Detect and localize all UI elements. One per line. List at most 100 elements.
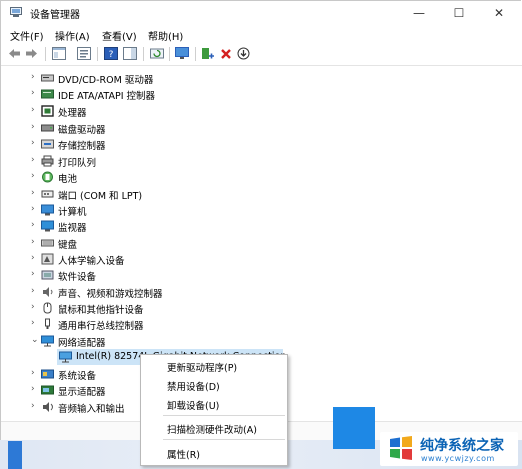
chevron-right-icon[interactable]: › — [31, 155, 35, 165]
context-menu-update-driver[interactable]: 更新驱动程序(P) — [167, 360, 237, 374]
network-adapter-icon — [41, 335, 54, 347]
tree-category[interactable]: › 存储控制器 — [1, 136, 522, 152]
tree-category[interactable]: › 人体学输入设备 — [1, 251, 522, 267]
chevron-right-icon[interactable]: › — [31, 384, 35, 394]
chevron-right-icon[interactable]: › — [31, 204, 35, 214]
ide-controller-icon — [41, 89, 54, 99]
maximize-button[interactable]: ☐ — [439, 1, 479, 25]
monitor-scan-icon — [174, 47, 189, 59]
context-menu-separator — [163, 415, 285, 416]
delete-x-icon — [220, 48, 231, 59]
watermark-title: 纯净系统之家 — [420, 438, 504, 454]
chevron-right-icon[interactable]: › — [31, 88, 35, 98]
tree-item-label: 电池 — [58, 174, 78, 185]
menu-help[interactable]: 帮助(H) — [148, 28, 183, 43]
help-button[interactable]: ? — [103, 46, 118, 61]
tree-category[interactable]: › DVD/CD-ROM 驱动器 — [1, 70, 522, 86]
tree-item-label: 键盘 — [58, 240, 78, 251]
action-pane-icon — [122, 47, 137, 60]
tree-category[interactable]: › 通用串行总线控制器 — [1, 316, 522, 332]
usb-icon — [45, 318, 50, 329]
storage-controller-icon — [41, 139, 54, 149]
properties-button[interactable] — [76, 46, 91, 61]
tree-category[interactable]: › 处理器 — [1, 103, 522, 119]
chevron-right-icon[interactable]: › — [31, 302, 35, 312]
monitor-icon — [41, 220, 54, 232]
mouse-icon — [43, 302, 52, 314]
window-title: 设备管理器 — [30, 10, 80, 21]
keyboard-icon — [41, 239, 54, 247]
close-button[interactable]: ✕ — [479, 1, 519, 25]
menu-file[interactable]: 文件(F) — [10, 28, 44, 43]
minimize-button[interactable]: — — [399, 1, 439, 25]
tree-item-label: 打印队列 — [58, 158, 97, 169]
chevron-down-icon[interactable]: ⌄ — [31, 335, 39, 345]
update-driver-icon — [201, 48, 214, 59]
tree-item-label: 监视器 — [58, 223, 87, 234]
context-menu-scan-hardware[interactable]: 扫描检测硬件改动(A) — [167, 422, 257, 436]
tree-category[interactable]: › 软件设备 — [1, 267, 522, 283]
chevron-right-icon[interactable]: › — [31, 188, 35, 198]
chevron-right-icon[interactable]: › — [31, 105, 35, 115]
tree-category[interactable]: › 鼠标和其他指针设备 — [1, 300, 522, 316]
dvd-drive-icon — [41, 74, 54, 82]
forward-button[interactable] — [24, 46, 39, 61]
tree-category[interactable]: › 监视器 — [1, 218, 522, 234]
port-icon — [41, 190, 54, 198]
update-driver-button[interactable] — [200, 46, 215, 61]
title-bar[interactable]: 设备管理器 — ☐ ✕ — [1, 1, 522, 25]
scan-hardware-button[interactable] — [174, 46, 189, 61]
tree-item-label: 计算机 — [58, 207, 87, 218]
tree-category[interactable]: › 计算机 — [1, 202, 522, 218]
tree-item-label: 音频输入和输出 — [58, 404, 125, 415]
toolbar-separator — [143, 47, 144, 61]
tree-category[interactable]: › IDE ATA/ATAPI 控制器 — [1, 86, 522, 102]
toolbar-separator — [45, 47, 46, 61]
tree-category[interactable]: ⌄ 网络适配器 — [1, 333, 522, 349]
tree-category[interactable]: › 电池 — [1, 169, 522, 185]
chevron-right-icon[interactable]: › — [31, 72, 35, 82]
chevron-right-icon[interactable]: › — [31, 171, 35, 181]
download-button[interactable] — [236, 46, 251, 61]
action-pane-button[interactable] — [122, 46, 137, 61]
context-menu-properties[interactable]: 属性(R) — [167, 447, 200, 461]
tree-category[interactable]: › 打印队列 — [1, 153, 522, 169]
tree-item-label: 显示适配器 — [58, 387, 106, 398]
maximize-icon: ☐ — [453, 6, 465, 20]
chevron-right-icon[interactable]: › — [31, 220, 35, 230]
tree-item-label: DVD/CD-ROM 驱动器 — [58, 75, 154, 86]
chevron-right-icon[interactable]: › — [31, 253, 35, 263]
chevron-right-icon[interactable]: › — [31, 237, 35, 247]
chevron-right-icon[interactable]: › — [31, 138, 35, 148]
refresh-button[interactable] — [149, 46, 164, 61]
chevron-right-icon[interactable]: › — [31, 318, 35, 328]
computer-icon — [41, 204, 54, 216]
back-button[interactable] — [7, 46, 22, 61]
show-hide-tree-button[interactable] — [51, 46, 66, 61]
chevron-right-icon[interactable]: › — [31, 286, 35, 296]
chevron-right-icon[interactable]: › — [31, 269, 35, 279]
tree-item-label: 软件设备 — [58, 272, 97, 283]
help-icon: ? — [103, 47, 118, 60]
tree-item-label: 处理器 — [58, 108, 87, 119]
tree-category[interactable]: › 键盘 — [1, 235, 522, 251]
menu-view[interactable]: 查看(V) — [102, 28, 137, 43]
chevron-right-icon[interactable]: › — [31, 368, 35, 378]
tree-item-label: IDE ATA/ATAPI 控制器 — [58, 91, 156, 102]
menu-action[interactable]: 操作(A) — [55, 28, 90, 43]
windows-start-strip[interactable] — [8, 441, 22, 469]
properties-icon — [76, 47, 91, 60]
context-menu: 更新驱动程序(P) 禁用设备(D) 卸载设备(U) 扫描检测硬件改动(A) 属性… — [140, 354, 288, 466]
watermark-url: www.ycwjzy.com — [421, 454, 495, 463]
tree-item-label: 人体学输入设备 — [58, 256, 125, 267]
chevron-right-icon[interactable]: › — [31, 401, 35, 411]
context-menu-disable-device[interactable]: 禁用设备(D) — [167, 379, 220, 393]
uninstall-device-button[interactable] — [218, 46, 233, 61]
minimize-icon: — — [413, 6, 425, 20]
tree-category[interactable]: › 磁盘驱动器 — [1, 120, 522, 136]
chevron-right-icon[interactable]: › — [31, 122, 35, 132]
tree-category[interactable]: › 声音、视频和游戏控制器 — [1, 284, 522, 300]
svg-text:?: ? — [108, 50, 113, 60]
context-menu-uninstall-device[interactable]: 卸载设备(U) — [167, 398, 219, 412]
tree-category[interactable]: › 端口 (COM 和 LPT) — [1, 186, 522, 202]
